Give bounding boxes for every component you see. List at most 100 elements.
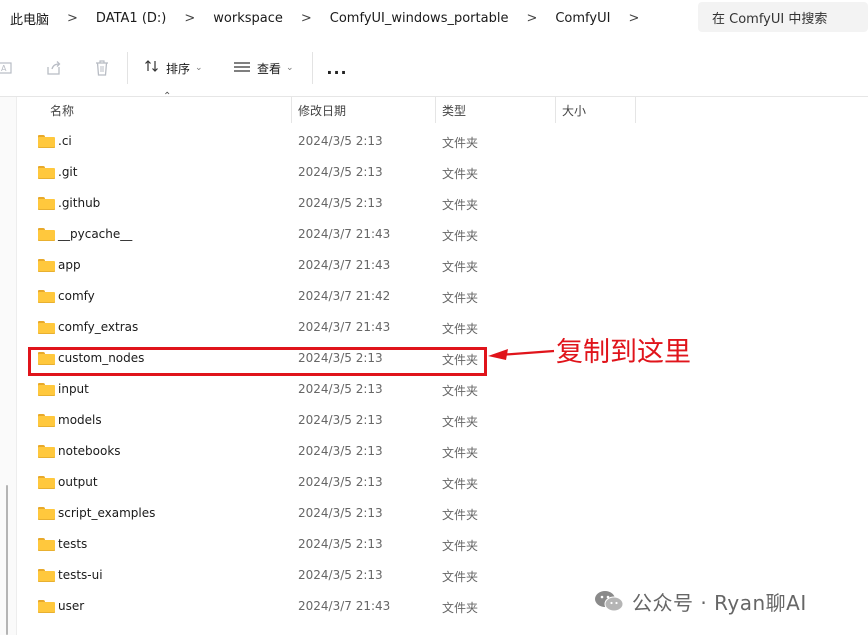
folder-icon: [38, 259, 55, 272]
file-date: 2024/3/5 2:13: [298, 568, 383, 582]
breadcrumb-separator-icon[interactable]: >: [289, 11, 324, 26]
table-row[interactable]: comfy 2024/3/7 21:42 文件夹: [17, 281, 637, 312]
file-type: 文件夹: [442, 415, 479, 429]
toolbar-divider: [312, 52, 313, 84]
file-type: 文件夹: [442, 291, 479, 305]
wechat-logo-icon: [595, 591, 624, 612]
navigation-pane-edge: [0, 97, 17, 635]
folder-icon: [38, 290, 55, 303]
search-placeholder: 在 ComfyUI 中搜索: [712, 11, 828, 27]
file-date: 2024/3/5 2:13: [298, 165, 383, 179]
table-row[interactable]: __pycache__ 2024/3/7 21:43 文件夹: [17, 219, 637, 250]
folder-icon: [38, 383, 55, 396]
table-row[interactable]: notebooks 2024/3/5 2:13 文件夹: [17, 436, 637, 467]
svg-text:A: A: [1, 64, 7, 73]
command-bar: A 排序 ⌄ 查看 ⌄ ...: [0, 40, 868, 97]
sort-icon: [144, 59, 160, 77]
watermark-text: 公众号 · Ryan聊AI: [632, 590, 807, 615]
address-bar: 此电脑 > DATA1 (D:) > workspace > ComfyUI_w…: [0, 0, 868, 36]
folder-icon: [38, 197, 55, 210]
share-icon[interactable]: [44, 58, 64, 78]
file-type: 文件夹: [442, 384, 479, 398]
breadcrumb-item-comfyui[interactable]: ComfyUI: [549, 11, 616, 26]
folder-icon: [38, 476, 55, 489]
file-date: 2024/3/5 2:13: [298, 475, 383, 489]
scrollbar-thumb[interactable]: [6, 485, 8, 635]
breadcrumb-item-this-pc[interactable]: 此电脑: [0, 9, 55, 28]
folder-icon: [38, 414, 55, 427]
table-row[interactable]: input 2024/3/5 2:13 文件夹: [17, 374, 637, 405]
file-name: user: [58, 599, 85, 613]
search-input[interactable]: 在 ComfyUI 中搜索: [698, 2, 868, 32]
breadcrumb-item-drive[interactable]: DATA1 (D:): [90, 11, 172, 26]
breadcrumb-separator-icon[interactable]: >: [616, 11, 651, 26]
breadcrumb-item-portable[interactable]: ComfyUI_windows_portable: [324, 11, 515, 26]
file-type: 文件夹: [442, 229, 479, 243]
column-divider[interactable]: [435, 97, 436, 123]
file-type: 文件夹: [442, 477, 479, 491]
table-row[interactable]: app 2024/3/7 21:43 文件夹: [17, 250, 637, 281]
column-header-name[interactable]: 名称: [50, 97, 74, 123]
file-type: 文件夹: [442, 322, 479, 336]
breadcrumb-separator-icon[interactable]: >: [55, 11, 90, 26]
table-row[interactable]: .github 2024/3/5 2:13 文件夹: [17, 188, 637, 219]
file-type: 文件夹: [442, 167, 479, 181]
breadcrumb-separator-icon[interactable]: >: [172, 11, 207, 26]
file-name: output: [58, 475, 98, 489]
file-date: 2024/3/7 21:43: [298, 227, 391, 241]
file-name: script_examples: [58, 506, 156, 520]
file-date: 2024/3/5 2:13: [298, 537, 383, 551]
breadcrumb-separator-icon[interactable]: >: [514, 11, 549, 26]
file-name: __pycache__: [58, 227, 133, 241]
sort-button[interactable]: 排序 ⌄: [144, 56, 203, 80]
delete-icon[interactable]: [92, 58, 112, 78]
file-type: 文件夹: [442, 570, 479, 584]
folder-icon: [38, 228, 55, 241]
file-date: 2024/3/5 2:13: [298, 506, 383, 520]
folder-icon: [38, 166, 55, 179]
file-type: 文件夹: [442, 539, 479, 553]
column-header-modified[interactable]: 修改日期: [298, 97, 346, 123]
table-row[interactable]: tests 2024/3/5 2:13 文件夹: [17, 529, 637, 560]
file-name: tests-ui: [58, 568, 103, 582]
file-name: app: [58, 258, 81, 272]
file-date: 2024/3/5 2:13: [298, 382, 383, 396]
table-row[interactable]: .ci 2024/3/5 2:13 文件夹: [17, 126, 637, 157]
column-divider[interactable]: [635, 97, 636, 123]
file-name: .git: [58, 165, 78, 179]
column-divider[interactable]: [291, 97, 292, 123]
breadcrumb: 此电脑 > DATA1 (D:) > workspace > ComfyUI_w…: [0, 0, 690, 36]
sort-ascending-icon: ⌃: [163, 91, 172, 102]
table-row[interactable]: user 2024/3/7 21:43 文件夹: [17, 591, 637, 622]
table-row[interactable]: models 2024/3/5 2:13 文件夹: [17, 405, 637, 436]
highlight-box: [28, 347, 487, 376]
table-row[interactable]: tests-ui 2024/3/5 2:13 文件夹: [17, 560, 637, 591]
rename-icon[interactable]: A: [0, 58, 16, 78]
file-type: 文件夹: [442, 446, 479, 460]
table-row[interactable]: comfy_extras 2024/3/7 21:43 文件夹: [17, 312, 637, 343]
file-date: 2024/3/5 2:13: [298, 413, 383, 427]
file-type: 文件夹: [442, 601, 479, 615]
column-header-row: ⌃ 名称 修改日期 类型 大小: [17, 91, 637, 123]
file-date: 2024/3/5 2:13: [298, 134, 383, 148]
file-type: 文件夹: [442, 198, 479, 212]
column-divider[interactable]: [555, 97, 556, 123]
toolbar-divider: [127, 52, 128, 84]
folder-icon: [38, 600, 55, 613]
file-name: comfy_extras: [58, 320, 139, 334]
folder-icon: [38, 135, 55, 148]
table-row[interactable]: .git 2024/3/5 2:13 文件夹: [17, 157, 637, 188]
watermark: 公众号 · Ryan聊AI: [594, 585, 807, 617]
folder-icon: [38, 538, 55, 551]
table-row[interactable]: script_examples 2024/3/5 2:13 文件夹: [17, 498, 637, 529]
file-type: 文件夹: [442, 508, 479, 522]
breadcrumb-item-workspace[interactable]: workspace: [207, 11, 289, 26]
view-button[interactable]: 查看 ⌄: [233, 56, 294, 80]
column-header-type[interactable]: 类型: [442, 97, 466, 123]
column-header-size[interactable]: 大小: [562, 97, 586, 123]
more-icon[interactable]: ...: [326, 56, 348, 80]
table-row[interactable]: output 2024/3/5 2:13 文件夹: [17, 467, 637, 498]
file-name: notebooks: [58, 444, 121, 458]
annotation-text: 复制到这里: [556, 337, 691, 368]
file-name: input: [58, 382, 89, 396]
